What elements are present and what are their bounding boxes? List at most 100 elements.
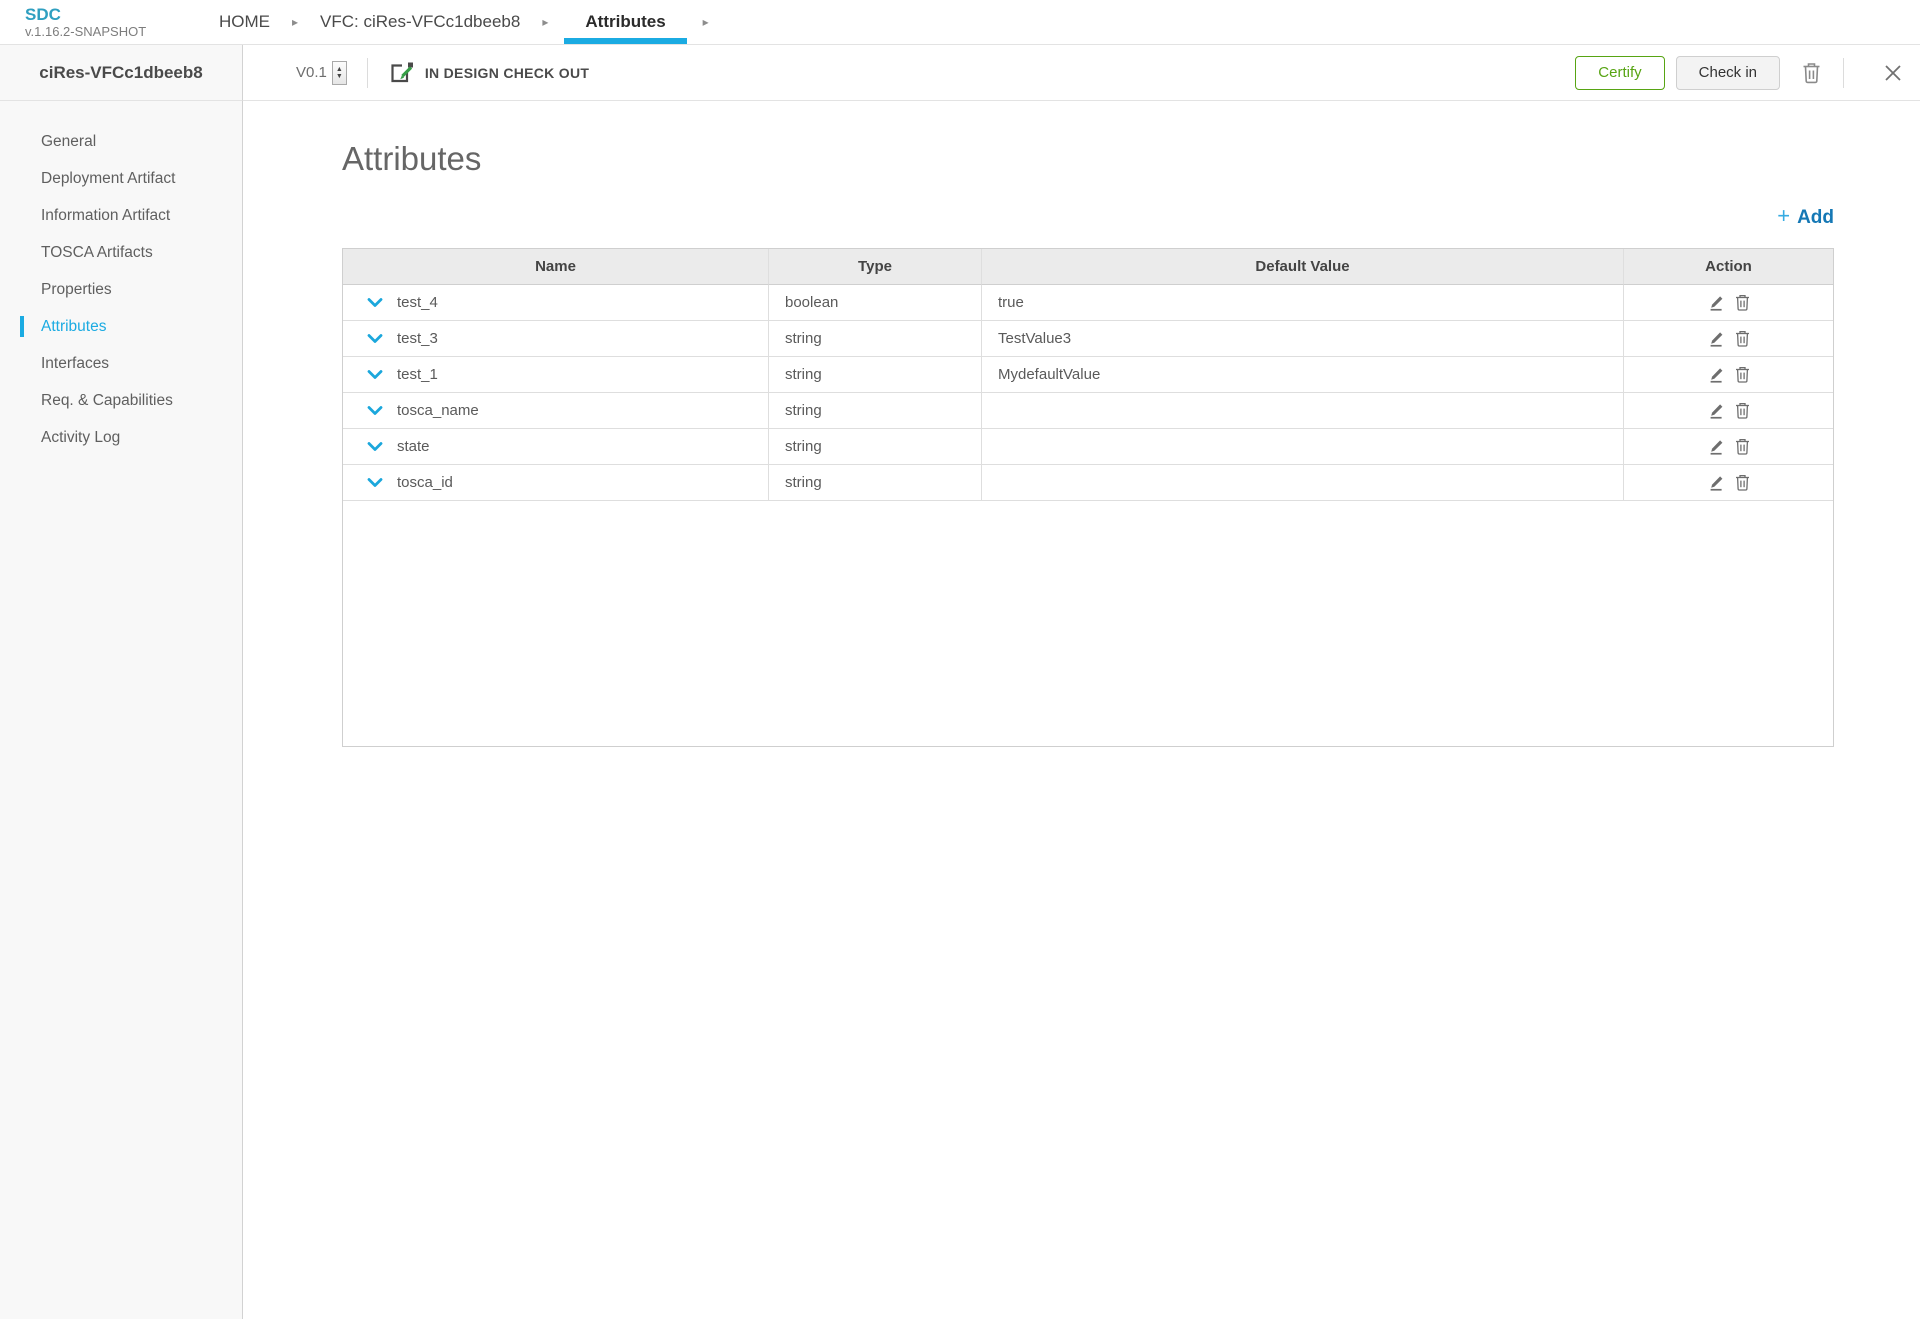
attribute-default-value-cell (982, 465, 1624, 501)
table-row: test_3 string TestValue3 (343, 321, 1833, 357)
top-header: SDC v.1.16.2-SNAPSHOT HOME ▸ VFC: ciRes-… (0, 0, 1920, 45)
delete-attribute-icon[interactable] (1735, 402, 1750, 419)
attribute-type-cell: string (769, 429, 982, 465)
column-header-name: Name (343, 249, 769, 285)
edit-attribute-icon[interactable] (1708, 331, 1724, 347)
column-header-type: Type (769, 249, 982, 285)
sidebar-item[interactable]: Activity Log (0, 419, 242, 456)
app-logo-text: SDC (25, 5, 213, 24)
attribute-action-cell (1624, 285, 1833, 321)
table-row: test_1 string MydefaultValue (343, 357, 1833, 393)
edit-attribute-icon[interactable] (1708, 367, 1724, 383)
attribute-type-cell: string (769, 321, 982, 357)
sidebar-item[interactable]: Interfaces (0, 345, 242, 382)
attribute-name-cell: state (343, 429, 769, 465)
expand-row-chevron-icon[interactable] (367, 298, 383, 308)
delete-attribute-icon[interactable] (1735, 474, 1750, 491)
spinner-down-icon[interactable]: ▼ (336, 73, 343, 80)
column-header-default-value: Default Value (982, 249, 1624, 285)
attribute-type: string (785, 474, 822, 491)
edit-attribute-icon[interactable] (1708, 475, 1724, 491)
delete-attribute-icon[interactable] (1735, 438, 1750, 455)
toolbar-divider (1843, 58, 1844, 88)
breadcrumb-item-wrap: VFC: ciRes-VFCc1dbeeb8 ▸ (314, 0, 564, 44)
breadcrumb-item[interactable]: HOME (213, 0, 276, 44)
attribute-default-value-cell: MydefaultValue (982, 357, 1624, 393)
sidebar: General Deployment Artifact Information … (0, 101, 243, 1319)
attribute-action-cell (1624, 321, 1833, 357)
delete-attribute-icon[interactable] (1735, 294, 1750, 311)
attribute-name-cell: tosca_id (343, 465, 769, 501)
expand-row-chevron-icon[interactable] (367, 406, 383, 416)
table-header: Name Type Default Value Action (343, 249, 1833, 285)
close-icon[interactable] (1882, 64, 1904, 82)
breadcrumb-arrow-icon: ▸ (542, 0, 548, 44)
main-content: Attributes + Add Name Type Default Value… (243, 101, 1920, 1319)
attribute-type: string (785, 438, 822, 455)
toolbar-divider (367, 58, 368, 88)
attributes-table: Name Type Default Value Action (342, 248, 1834, 747)
entity-name: ciRes-VFCc1dbeeb8 (39, 63, 202, 83)
attribute-name: tosca_id (397, 474, 453, 491)
attribute-type: boolean (785, 294, 838, 311)
attribute-type-cell: string (769, 357, 982, 393)
table-row: test_4 boolean true (343, 285, 1833, 321)
spinner-up-icon[interactable]: ▲ (336, 66, 343, 73)
breadcrumb-item[interactable]: Attributes (564, 0, 686, 44)
attribute-type-cell: string (769, 393, 982, 429)
attribute-action-cell (1624, 357, 1833, 393)
attribute-default-value-cell: TestValue3 (982, 321, 1624, 357)
breadcrumb-item[interactable]: VFC: ciRes-VFCc1dbeeb8 (314, 0, 526, 44)
delete-entity-icon[interactable] (1800, 62, 1823, 84)
attribute-name: test_3 (397, 330, 438, 347)
column-header-action: Action (1624, 249, 1833, 285)
app-version: v.1.16.2-SNAPSHOT (25, 24, 213, 39)
certify-button[interactable]: Certify (1575, 56, 1664, 90)
attribute-default-value-cell (982, 429, 1624, 465)
sidebar-item[interactable]: TOSCA Artifacts (0, 234, 242, 271)
edit-attribute-icon[interactable] (1708, 403, 1724, 419)
breadcrumb-item-wrap: Attributes ▸ (564, 0, 724, 44)
expand-row-chevron-icon[interactable] (367, 442, 383, 452)
sidebar-item[interactable]: General (0, 123, 242, 160)
sidebar-item[interactable]: Attributes (0, 308, 242, 345)
lifecycle-state-label: IN DESIGN CHECK OUT (425, 65, 589, 81)
expand-row-chevron-icon[interactable] (367, 478, 383, 488)
attribute-action-cell (1624, 393, 1833, 429)
sidebar-item[interactable]: Deployment Artifact (0, 160, 242, 197)
edit-attribute-icon[interactable] (1708, 439, 1724, 455)
attribute-type-cell: string (769, 465, 982, 501)
app-logo: SDC v.1.16.2-SNAPSHOT (0, 5, 213, 39)
attribute-name-cell: test_4 (343, 285, 769, 321)
table-row: tosca_id string (343, 465, 1833, 501)
attribute-action-cell (1624, 429, 1833, 465)
page-title: Attributes (342, 139, 1920, 179)
attribute-default-value-cell: true (982, 285, 1624, 321)
expand-row-chevron-icon[interactable] (367, 334, 383, 344)
attribute-default-value-cell (982, 393, 1624, 429)
table-row: tosca_name string (343, 393, 1833, 429)
breadcrumb: HOME ▸ VFC: ciRes-VFCc1dbeeb8 ▸ Attribut… (213, 0, 725, 44)
attribute-default-value: true (998, 294, 1024, 311)
edit-attribute-icon[interactable] (1708, 295, 1724, 311)
attribute-type: string (785, 402, 822, 419)
delete-attribute-icon[interactable] (1735, 366, 1750, 383)
add-attribute-button[interactable]: + Add (1777, 203, 1834, 229)
check-in-button[interactable]: Check in (1676, 56, 1780, 90)
sidebar-item[interactable]: Properties (0, 271, 242, 308)
plus-icon: + (1777, 203, 1790, 229)
attribute-name: state (397, 438, 430, 455)
attribute-name-cell: tosca_name (343, 393, 769, 429)
version-label: V0.1 (296, 64, 327, 81)
version-selector[interactable]: ▲ ▼ (332, 61, 347, 85)
attribute-action-cell (1624, 465, 1833, 501)
sidebar-item[interactable]: Req. & Capabilities (0, 382, 242, 419)
expand-row-chevron-icon[interactable] (367, 370, 383, 380)
attribute-name: tosca_name (397, 402, 479, 419)
attribute-default-value: TestValue3 (998, 330, 1071, 347)
sidebar-item[interactable]: Information Artifact (0, 197, 242, 234)
breadcrumb-item-wrap: HOME ▸ (213, 0, 314, 44)
attribute-name-cell: test_3 (343, 321, 769, 357)
delete-attribute-icon[interactable] (1735, 330, 1750, 347)
table-row: state string (343, 429, 1833, 465)
